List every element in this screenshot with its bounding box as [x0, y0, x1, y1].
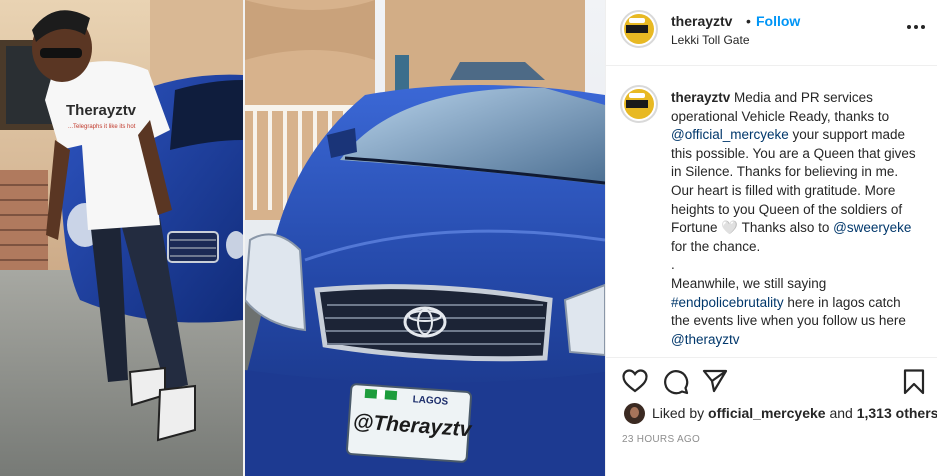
- bookmark-icon[interactable]: [903, 369, 925, 395]
- post-author-username[interactable]: therayztv: [671, 13, 732, 29]
- more-options-icon[interactable]: [907, 25, 925, 31]
- caption-avatar[interactable]: [620, 85, 658, 123]
- mention-link[interactable]: @sweeryeke: [833, 220, 911, 235]
- photo-left-panel: Therayztv ...Telegraphs it like its hot: [0, 0, 243, 476]
- mention-link[interactable]: @official_mercyeke: [671, 127, 789, 142]
- license-plate: LAGOS @Therayztv: [346, 383, 473, 463]
- liked-by-text: Liked by official_mercyeke and 1,313 oth…: [652, 405, 937, 421]
- liker-avatar[interactable]: [624, 403, 645, 424]
- post-actions: Liked by official_mercyeke and 1,313 oth…: [606, 357, 937, 476]
- profile-avatar[interactable]: [620, 10, 658, 48]
- caption-area: therayztv Media and PR services operatio…: [606, 67, 937, 357]
- post-location[interactable]: Lekki Toll Gate: [671, 33, 750, 47]
- photo-right-panel: LAGOS @Therayztv: [245, 0, 605, 476]
- share-icon[interactable]: [702, 369, 728, 393]
- likes-count[interactable]: 1,313 others: [857, 405, 937, 421]
- hashtag-link[interactable]: #endpolicebrutality: [671, 295, 784, 310]
- caption-username[interactable]: therayztv: [671, 90, 730, 105]
- blue-car-illustration: LAGOS @Therayztv: [245, 0, 605, 476]
- caption-text: .: [671, 257, 675, 273]
- separator-dot: •: [746, 13, 751, 29]
- post-timestamp[interactable]: 23 HOURS AGO: [622, 434, 700, 445]
- post-caption: therayztv Media and PR services operatio…: [671, 89, 921, 349]
- shirt-brand-text: Therayztv: [66, 102, 137, 119]
- liked-by-middle: and: [825, 405, 857, 421]
- heart-icon[interactable]: [622, 369, 648, 393]
- man-beside-car-illustration: Therayztv ...Telegraphs it like its hot: [0, 0, 243, 476]
- post-image[interactable]: Therayztv ...Telegraphs it like its hot: [0, 0, 605, 476]
- caption-text: your support made this possible. You are…: [671, 127, 916, 236]
- comment-icon[interactable]: [663, 369, 689, 395]
- post-header: therayztv • Follow Lekki Toll Gate: [606, 0, 937, 66]
- shirt-tagline-text: ...Telegraphs it like its hot: [68, 124, 136, 130]
- caption-text: Meanwhile, we still saying: [671, 275, 827, 291]
- follow-button[interactable]: Follow: [756, 13, 800, 29]
- post-side-panel: therayztv • Follow Lekki Toll Gate thera…: [605, 0, 937, 476]
- mention-link[interactable]: @therayztv: [671, 332, 739, 347]
- liker-username[interactable]: official_mercyeke: [708, 405, 826, 421]
- liked-by-prefix: Liked by: [652, 405, 709, 421]
- caption-text: for the chance.: [671, 238, 761, 254]
